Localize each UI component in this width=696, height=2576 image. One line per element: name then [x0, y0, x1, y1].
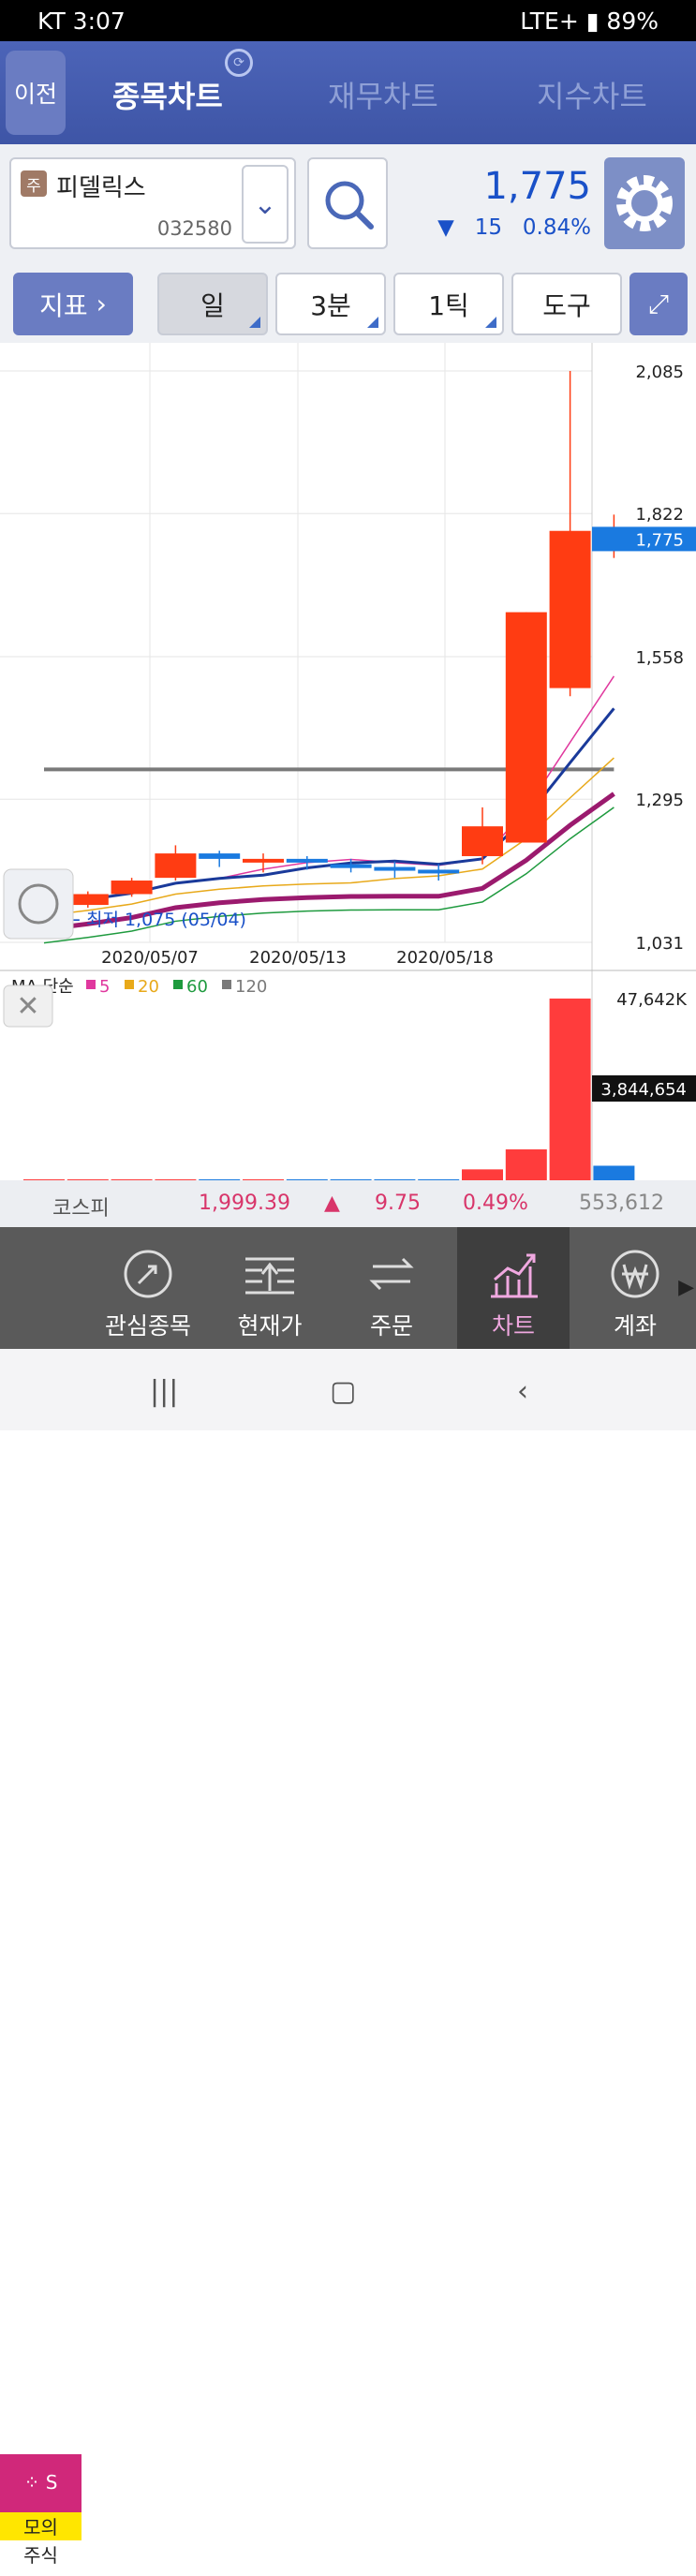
tab-stock-chart[interactable]: 종목차트: [112, 73, 223, 116]
stock-code: 032580: [156, 217, 232, 240]
stock-info-row: 주 피델릭스 032580 ⌄ 1,775 ▼ 15 0.84%: [0, 144, 696, 262]
ma-legend-label: 120: [235, 977, 267, 997]
ma-legend-label: 5: [99, 977, 110, 997]
nav-order[interactable]: 주문: [335, 1227, 448, 1349]
ma-legend-swatch: [173, 980, 183, 989]
nav-current-price[interactable]: 현재가: [214, 1227, 326, 1349]
kospi-volume: 553,612: [579, 1192, 664, 1215]
candle-body: [111, 881, 153, 895]
kospi-change: 9.75: [375, 1192, 421, 1215]
volume-axis-label: 47,642K: [616, 990, 688, 1010]
top-navigation: 이전 종목차트 ⟳ 재무차트 지수차트: [0, 41, 696, 144]
status-bar: KT 3:07 LTE+ ▮ 89%: [0, 0, 696, 41]
price-axis-label: 1,295: [635, 791, 684, 810]
stock-selector[interactable]: 주 피델릭스 032580 ⌄: [9, 157, 296, 249]
tab-index-chart[interactable]: 지수차트: [537, 73, 647, 116]
watchlist-icon: [124, 1250, 172, 1298]
kospi-ticker[interactable]: 코스피 1,999.39 ▲ 9.75 0.49% 553,612: [0, 1180, 696, 1227]
carrier-time: KT 3:07: [37, 7, 126, 35]
candle-body: [462, 826, 503, 856]
volume-bar: [505, 1149, 547, 1180]
tab-financial-chart[interactable]: 재무차트: [328, 73, 438, 116]
price-axis-label: 1,558: [635, 648, 684, 668]
date-axis-label: 2020/05/13: [249, 948, 347, 968]
chart-icon: [491, 1253, 538, 1298]
candle-body: [286, 858, 328, 863]
search-button[interactable]: [307, 157, 388, 249]
price-axis-label: 1,031: [635, 934, 684, 954]
ma-legend-label: 60: [186, 977, 208, 997]
refresh-icon[interactable]: ⟳: [225, 49, 253, 77]
candle-body: [199, 853, 241, 859]
candle-body: [549, 530, 591, 688]
current-price: 1,775: [483, 165, 591, 208]
won-icon: [611, 1250, 659, 1298]
price-change: ▼ 15 0.84%: [437, 215, 591, 240]
volume-bar: [549, 999, 591, 1180]
stock-label: 주식: [0, 2540, 81, 2576]
volume-bar: [462, 1169, 503, 1180]
search-icon: [325, 181, 374, 229]
candle-body: [243, 858, 284, 863]
kospi-arrow: ▲: [324, 1192, 340, 1215]
candlestick-chart[interactable]: 2,085 1,822 1,558 1,295 1,031 1,775 ← 최저 1,075…: [0, 343, 696, 1180]
ma-legend-swatch: [86, 980, 96, 989]
ma-legend-swatch: [222, 980, 231, 989]
expand-icon[interactable]: ⤢: [629, 273, 688, 335]
kospi-value: 1,999.39: [199, 1192, 290, 1215]
candle-body: [505, 612, 547, 843]
exchange-icon: [369, 1257, 414, 1291]
recent-apps-icon[interactable]: |||: [150, 1375, 178, 1408]
stock-type-tag: 주: [21, 170, 47, 197]
price-axis-label: 2,085: [635, 363, 684, 382]
system-navigation: ||| ▢ ‹: [0, 1349, 696, 1430]
home-icon[interactable]: ▢: [330, 1375, 356, 1408]
nav-watchlist[interactable]: 관심종목: [92, 1227, 204, 1349]
kospi-pct: 0.49%: [463, 1192, 528, 1215]
settings-button[interactable]: [604, 157, 685, 249]
period-day-button[interactable]: 일: [157, 273, 268, 335]
system-back-icon[interactable]: ‹: [517, 1375, 528, 1408]
candle-body: [330, 864, 372, 868]
bottom-navigation: ⁘ S 모의 주식 관심종목 현재가 주문 차트 계좌 ▶: [0, 1227, 696, 2576]
zoom-out-icon: [3, 868, 74, 940]
chevron-down-icon[interactable]: ⌄: [242, 165, 289, 244]
candle-body: [418, 869, 460, 874]
candle-body: [374, 866, 416, 871]
nav-chart[interactable]: 차트: [457, 1227, 570, 1349]
more-arrow-icon[interactable]: ▶: [678, 1276, 694, 1299]
battery-level: LTE+ ▮ 89%: [520, 7, 659, 35]
app-logo: ⁘ S: [0, 2454, 81, 2512]
volume-bar: [593, 1165, 635, 1180]
price-axis-label: 1,822: [635, 505, 684, 525]
period-tick-button[interactable]: 1틱: [393, 273, 504, 335]
date-axis-label: 2020/05/18: [396, 948, 494, 968]
stock-name: 피델릭스: [56, 174, 146, 202]
nav-account[interactable]: 계좌: [579, 1227, 691, 1349]
volume-value-label: 3,844,654: [600, 1080, 687, 1100]
kospi-label: 코스피: [52, 1197, 110, 1221]
gear-icon: [616, 175, 673, 231]
period-minute-button[interactable]: 3분: [275, 273, 386, 335]
mock-trading-badge[interactable]: ⁘ S 모의 주식: [0, 2454, 81, 2576]
tools-button[interactable]: 도구: [511, 273, 622, 335]
close-panel-icon: ✕: [16, 990, 39, 1023]
candle-body: [155, 853, 197, 879]
chart-toolbar: 지표 › 일 3분 1틱 도구 ⤢: [0, 262, 696, 343]
price-list-icon: [245, 1257, 294, 1295]
low-price-annotation: ← 최저 1,075 (05/04): [66, 910, 246, 930]
ma-legend-label: 20: [138, 977, 159, 997]
mock-label: 모의: [0, 2512, 81, 2540]
back-button[interactable]: 이전: [6, 51, 66, 135]
indicator-button[interactable]: 지표 ›: [13, 273, 133, 335]
date-axis-label: 2020/05/07: [101, 948, 199, 968]
current-price-label: 1,775: [635, 530, 684, 550]
ma-legend-swatch: [125, 980, 134, 989]
